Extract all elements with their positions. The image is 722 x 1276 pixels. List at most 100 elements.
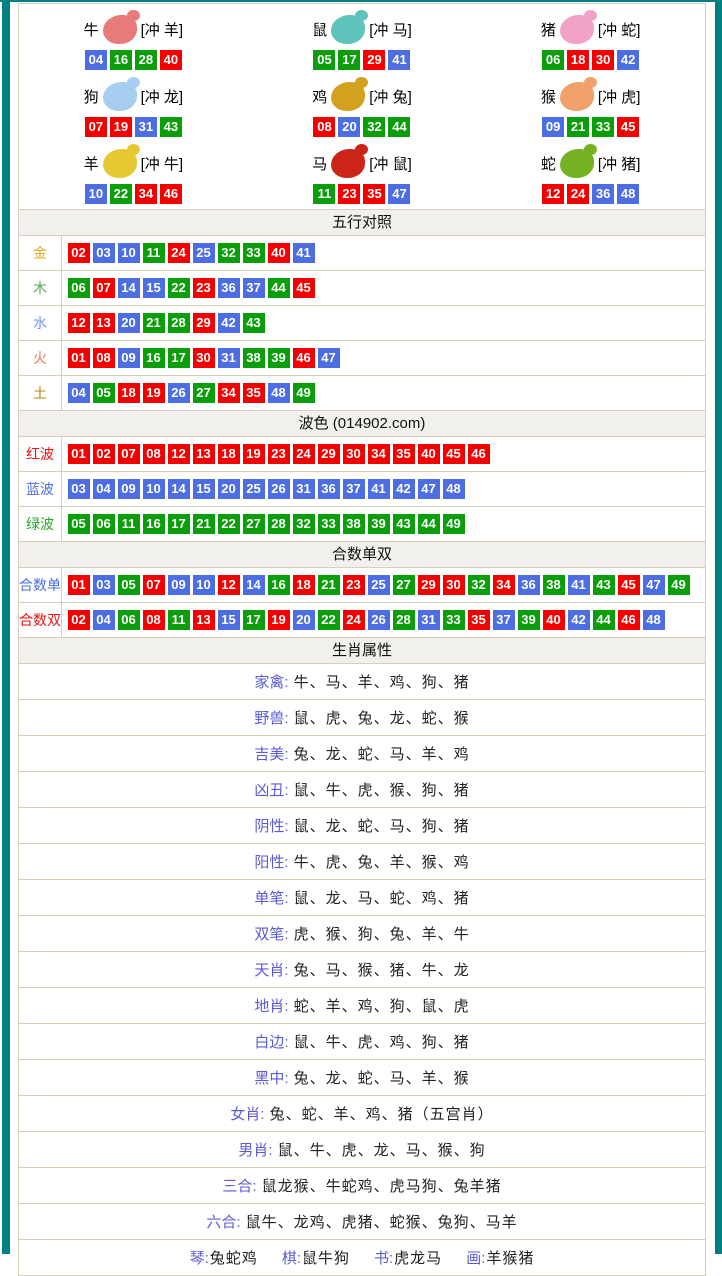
attribute-value: 兔、蛇、羊、鸡、猪（五宫肖）: [270, 1103, 494, 1124]
number-ball: 12: [542, 184, 564, 204]
numbers-list: 0108091617303138394647: [62, 348, 341, 368]
zodiac-cell: 羊[冲 牛]10223446: [19, 140, 248, 207]
number-ball: 33: [443, 610, 465, 630]
number-ball: 36: [318, 479, 340, 499]
number-ball: 12: [218, 575, 240, 595]
number-ball: 22: [168, 278, 190, 298]
number-ball: 26: [168, 383, 190, 403]
zodiac-name: 牛: [84, 19, 99, 40]
five-element-row: 火0108091617303138394647: [19, 341, 705, 376]
attribute-label: 阳性:: [254, 851, 288, 872]
arts-label: 琴:: [190, 1250, 209, 1267]
number-ball: 41: [293, 243, 315, 263]
number-ball: 38: [543, 575, 565, 595]
number-ball: 39: [368, 514, 390, 534]
number-ball: 09: [168, 575, 190, 595]
number-ball: 23: [338, 184, 360, 204]
attribute-label: 阴性:: [254, 815, 288, 836]
number-ball: 42: [617, 50, 639, 70]
number-ball: 27: [393, 575, 415, 595]
number-ball: 19: [268, 610, 290, 630]
number-ball: 25: [368, 575, 390, 595]
number-ball: 07: [143, 575, 165, 595]
attribute-label: 地肖:: [254, 995, 288, 1016]
five-element-label: 金: [19, 236, 62, 270]
arts-pair: 棋:鼠牛狗: [282, 1247, 350, 1268]
number-ball: 14: [168, 479, 190, 499]
ox-icon: [103, 15, 137, 44]
zodiac-name: 马: [312, 153, 327, 174]
number-ball: 16: [268, 575, 290, 595]
number-ball: 48: [443, 479, 465, 499]
arts-value: 兔蛇鸡: [210, 1250, 258, 1267]
number-ball: 43: [593, 575, 615, 595]
number-ball: 48: [268, 383, 290, 403]
zodiac-numbers: 08203244: [248, 117, 477, 137]
number-ball: 42: [568, 610, 590, 630]
number-ball: 26: [368, 610, 390, 630]
section-header-waves: 波色 (014902.com): [19, 411, 705, 437]
zodiac-clash: [冲 兔]: [369, 86, 412, 107]
number-ball: 43: [243, 313, 265, 333]
zodiac-clash: [冲 羊]: [141, 19, 184, 40]
number-ball: 30: [343, 444, 365, 464]
number-ball: 29: [363, 50, 385, 70]
number-ball: 41: [368, 479, 390, 499]
number-ball: 15: [143, 278, 165, 298]
zodiac-cell: 马[冲 鼠]11233547: [248, 140, 477, 207]
zodiac-name: 狗: [84, 86, 99, 107]
number-ball: 08: [93, 348, 115, 368]
number-ball: 47: [318, 348, 340, 368]
number-ball: 31: [293, 479, 315, 499]
attribute-value: 鼠、牛、虎、鸡、狗、猪: [294, 1031, 470, 1052]
number-ball: 37: [243, 278, 265, 298]
number-ball: 10: [85, 184, 107, 204]
zodiac-cell: 蛇[冲 猪]12243648: [476, 140, 705, 207]
number-ball: 49: [443, 514, 465, 534]
zodiac-clash: [冲 蛇]: [598, 19, 641, 40]
zodiac-name: 羊: [84, 153, 99, 174]
zodiac-name: 猪: [541, 19, 556, 40]
zodiac-clash: [冲 猪]: [598, 153, 641, 174]
number-ball: 02: [68, 610, 90, 630]
number-ball: 01: [68, 444, 90, 464]
number-ball: 04: [93, 610, 115, 630]
zodiac-name: 鼠: [312, 19, 327, 40]
number-ball: 07: [118, 444, 140, 464]
number-ball: 19: [143, 383, 165, 403]
number-ball: 34: [368, 444, 390, 464]
attribute-row: 双笔:虎、猴、狗、兔、羊、牛: [19, 916, 705, 952]
attribute-value: 鼠、牛、虎、猴、狗、猪: [294, 779, 470, 800]
number-ball: 17: [338, 50, 360, 70]
number-ball: 20: [293, 610, 315, 630]
five-element-label: 土: [19, 376, 62, 410]
five-element-label: 火: [19, 341, 62, 375]
attribute-value: 鼠、龙、蛇、马、狗、猪: [294, 815, 470, 836]
number-ball: 28: [135, 50, 157, 70]
number-ball: 17: [168, 348, 190, 368]
zodiac-cell: 鸡[冲 兔]08203244: [248, 73, 477, 140]
number-ball: 32: [363, 117, 385, 137]
zodiac-name: 蛇: [541, 153, 556, 174]
arts-pair: 画:羊猴猪: [466, 1247, 534, 1268]
number-ball: 29: [193, 313, 215, 333]
number-ball: 42: [218, 313, 240, 333]
number-ball: 24: [293, 444, 315, 464]
five-elements-title: 五行对照: [332, 214, 392, 231]
attribute-value: 牛、虎、兔、羊、猴、鸡: [294, 851, 470, 872]
number-ball: 46: [618, 610, 640, 630]
number-ball: 10: [118, 243, 140, 263]
five-element-label: 木: [19, 271, 62, 305]
number-ball: 28: [393, 610, 415, 630]
number-ball: 22: [318, 610, 340, 630]
attribute-label: 白边:: [254, 1031, 288, 1052]
zodiac-attributes-section: 家禽:牛、马、羊、鸡、狗、猪野兽:鼠、虎、兔、龙、蛇、猴吉美:兔、龙、蛇、马、羊…: [19, 664, 705, 1240]
zodiac-title: 猴[冲 虎]: [476, 77, 705, 115]
number-ball: 34: [493, 575, 515, 595]
number-ball: 48: [643, 610, 665, 630]
zodiac-numbers: 07193143: [19, 117, 248, 137]
number-ball: 01: [68, 575, 90, 595]
number-ball: 17: [243, 610, 265, 630]
attribute-label: 六合:: [206, 1211, 240, 1232]
attribute-row: 黑中:兔、龙、蛇、马、羊、猴: [19, 1060, 705, 1096]
